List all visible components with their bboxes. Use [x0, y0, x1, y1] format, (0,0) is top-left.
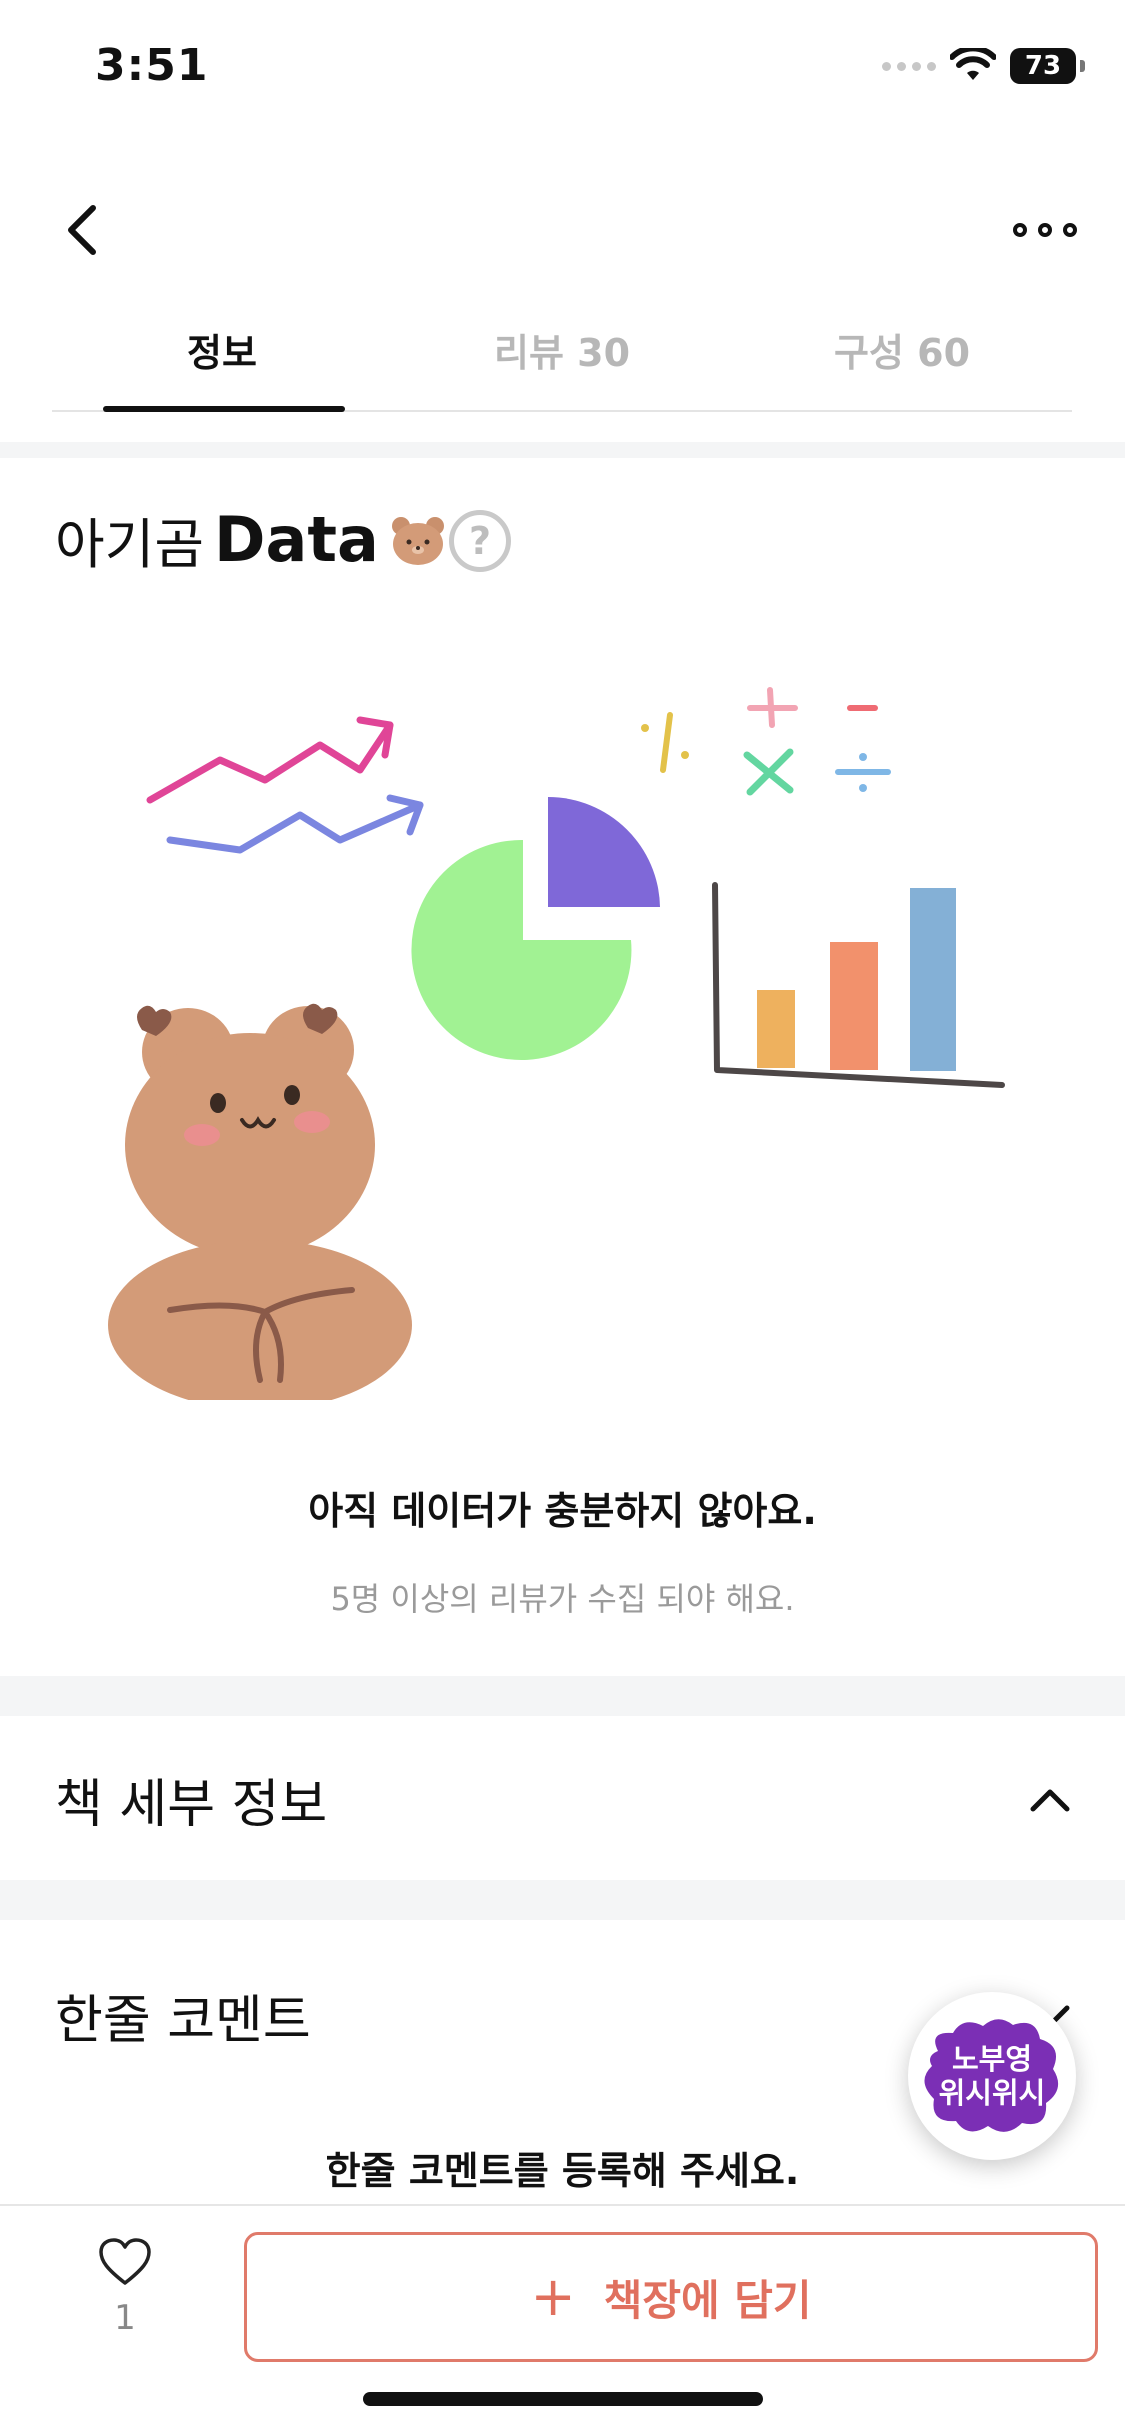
tab-info[interactable]: 정보	[52, 322, 392, 377]
like-count: 1	[114, 2298, 136, 2338]
tab-reviews[interactable]: 리뷰 30	[392, 322, 732, 377]
battery-tip	[1080, 60, 1085, 72]
bear-face-icon	[391, 516, 444, 565]
back-arrow-icon[interactable]	[55, 200, 115, 260]
data-section-title: 아기곰 Data	[55, 500, 447, 579]
heart-icon[interactable]	[97, 2236, 153, 2288]
home-indicator[interactable]	[363, 2392, 763, 2406]
tab-indicator	[103, 406, 345, 412]
status-bar: 3:51 73	[0, 0, 1125, 140]
help-icon[interactable]: ?	[449, 510, 511, 572]
wishlist-fab-button[interactable]: 노부영 위시위시	[908, 1992, 1076, 2160]
battery-icon: 73	[1010, 48, 1076, 84]
data-title-english: Data	[214, 503, 379, 576]
more-dots-icon[interactable]	[1010, 210, 1080, 250]
status-icons: 73	[882, 48, 1085, 84]
data-empty-subtitle: 5명 이상의 리뷰가 수집 되야 해요.	[330, 1580, 795, 1618]
add-to-bookshelf-button[interactable]: + 책장에 담기	[244, 2232, 1098, 2362]
section-divider	[0, 1880, 1125, 1920]
wishlist-badge-line2: 위시위시	[938, 2076, 1046, 2110]
bear-data-illustration	[108, 687, 1005, 1400]
status-time: 3:51	[95, 40, 209, 91]
plus-icon: +	[530, 2265, 576, 2328]
top-nav	[0, 180, 1125, 280]
book-details-title: 책 세부 정보	[55, 1775, 328, 1835]
add-to-bookshelf-label: 책장에 담기	[603, 2275, 812, 2325]
section-divider	[0, 1676, 1125, 1716]
data-title-korean: 아기곰	[55, 513, 205, 576]
wishlist-badge: 노부영 위시위시	[918, 2011, 1066, 2141]
tab-composition[interactable]: 구성 60	[732, 322, 1072, 377]
wifi-icon	[950, 48, 996, 80]
wishlist-badge-text: 노부영 위시위시	[918, 2042, 1066, 2110]
wishlist-badge-line1: 노부영	[951, 2042, 1033, 2076]
tab-bar: 정보 리뷰 30 구성 60	[52, 300, 1072, 412]
book-details-header[interactable]: 책 세부 정보	[55, 1762, 1075, 1837]
data-empty-title: 아직 데이터가 충분하지 않아요.	[308, 1489, 817, 1533]
chevron-up-icon[interactable]	[1025, 1775, 1075, 1825]
one-line-comment-title: 한줄 코멘트	[55, 1991, 311, 2051]
cellular-signal-icon	[882, 61, 936, 71]
section-divider	[0, 442, 1125, 458]
like-button[interactable]: 1	[90, 2236, 160, 2338]
